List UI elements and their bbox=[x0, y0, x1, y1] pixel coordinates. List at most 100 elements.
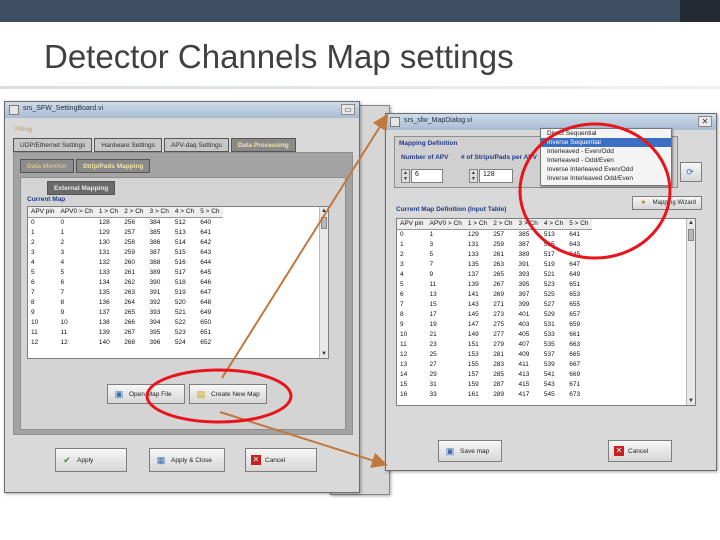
current-map-table-row[interactable]: 2 2 130 258 386 514 642 bbox=[28, 237, 223, 247]
map-definition-table-cell[interactable]: 657 bbox=[566, 309, 591, 319]
map-definition-table-cell[interactable]: 401 bbox=[516, 309, 541, 319]
map-definition-table-cell[interactable]: 8 bbox=[397, 309, 427, 319]
map-definition-table-cell[interactable]: 535 bbox=[541, 339, 566, 349]
map-definition-table-cell[interactable]: 13 bbox=[397, 359, 427, 369]
current-map-table-cell[interactable]: 263 bbox=[121, 287, 146, 297]
current-map-table-cell[interactable]: 7 bbox=[28, 287, 58, 297]
current-map-table-row[interactable]: 7 7 135 263 391 519 647 bbox=[28, 287, 223, 297]
tab-apv-daq[interactable]: APV-daq Settings bbox=[163, 138, 229, 152]
current-map-table-cell[interactable]: 393 bbox=[147, 307, 172, 317]
tab-udp-ethernet[interactable]: UDP/Ethernet Settings bbox=[13, 138, 93, 152]
map-definition-table-cell[interactable]: 267 bbox=[490, 279, 515, 289]
map-definition-table-cell[interactable]: 409 bbox=[516, 349, 541, 359]
map-definition-table-cell[interactable]: 275 bbox=[490, 319, 515, 329]
mapping-type-option[interactable]: Interleaved - Odd/Even bbox=[541, 156, 671, 165]
map-definition-table-cell[interactable]: 261 bbox=[490, 249, 515, 259]
mapping-type-dropdown[interactable]: Direct Sequential Inverse Sequential Inter… bbox=[540, 128, 672, 186]
map-definition-table-row[interactable]: 0 1 129 257 385 513 641 bbox=[397, 229, 592, 239]
map-definition-table-cell[interactable]: 153 bbox=[465, 349, 490, 359]
current-map-table-cell[interactable]: 129 bbox=[96, 227, 121, 237]
map-definition-table-cell[interactable]: 525 bbox=[541, 289, 566, 299]
map-definition-table-cell[interactable]: 21 bbox=[427, 329, 465, 339]
map-definition-table-cell[interactable]: 33 bbox=[427, 389, 465, 399]
map-definition-table-row[interactable]: 15 31 159 287 415 543 671 bbox=[397, 379, 592, 389]
map-definition-table-cell[interactable]: 9 bbox=[427, 269, 465, 279]
map-definition-table-cell[interactable]: 269 bbox=[490, 289, 515, 299]
current-map-table-cell[interactable]: 3 bbox=[28, 247, 58, 257]
current-map-table-cell[interactable]: 524 bbox=[172, 337, 197, 347]
map-definition-table-cell[interactable]: 667 bbox=[566, 359, 591, 369]
map-definition-table-cell[interactable]: 9 bbox=[397, 319, 427, 329]
current-map-table-cell[interactable]: 649 bbox=[197, 307, 222, 317]
current-map-table-cell[interactable]: 385 bbox=[147, 227, 172, 237]
map-definition-table-row[interactable]: 10 21 149 277 405 533 661 bbox=[397, 329, 592, 339]
map-definition-table-cell[interactable]: 5 bbox=[397, 279, 427, 289]
current-map-table-cell[interactable]: 9 bbox=[28, 307, 58, 317]
map-definition-table-cell[interactable]: 265 bbox=[490, 269, 515, 279]
map-definition-table-cell[interactable]: 11 bbox=[427, 279, 465, 289]
map-definition-table-cell[interactable]: 6 bbox=[397, 289, 427, 299]
current-map-table-cell[interactable]: 651 bbox=[197, 327, 222, 337]
current-map-table-cell[interactable]: 513 bbox=[172, 227, 197, 237]
map-definition-table-row[interactable]: 4 9 137 265 393 521 649 bbox=[397, 269, 592, 279]
map-definition-table-cell[interactable]: 417 bbox=[516, 389, 541, 399]
map-definition-table-cell[interactable]: 7 bbox=[427, 259, 465, 269]
map-definition-table-cell[interactable]: 671 bbox=[566, 379, 591, 389]
map-definition-table-cell[interactable]: 515 bbox=[541, 239, 566, 249]
save-map-button[interactable]: ▣ Save map bbox=[438, 440, 502, 462]
current-map-table-cell[interactable]: 641 bbox=[197, 227, 222, 237]
current-map-table-cell[interactable]: 516 bbox=[172, 257, 197, 267]
mapping-type-option[interactable]: Inverse Interleaved Even/Odd bbox=[541, 165, 671, 174]
map-definition-table-cell[interactable]: 10 bbox=[397, 329, 427, 339]
current-map-table-cell[interactable]: 4 bbox=[58, 257, 96, 267]
map-definition-table-cell[interactable]: 285 bbox=[490, 369, 515, 379]
map-definition-table-cell[interactable]: 0 bbox=[397, 229, 427, 239]
current-map-table-row[interactable]: 12 12 140 268 396 524 652 bbox=[28, 337, 223, 347]
map-definition-table-cell[interactable]: 137 bbox=[465, 269, 490, 279]
map-definition-table-cell[interactable]: 663 bbox=[566, 339, 591, 349]
map-definition-table-row[interactable]: 7 15 143 271 399 527 655 bbox=[397, 299, 592, 309]
map-definition-table-cell[interactable]: 151 bbox=[465, 339, 490, 349]
map-definition-table-cell[interactable]: 659 bbox=[566, 319, 591, 329]
map-definition-table-cell[interactable]: 545 bbox=[541, 389, 566, 399]
current-map-table-cell[interactable]: 12 bbox=[28, 337, 58, 347]
current-map-table-cell[interactable]: 394 bbox=[147, 317, 172, 327]
map-definition-table-cell[interactable]: 145 bbox=[465, 309, 490, 319]
map-definition-table-cell[interactable]: 3 bbox=[397, 259, 427, 269]
map-definition-table-cell[interactable]: 653 bbox=[566, 289, 591, 299]
current-map-table-cell[interactable]: 12 bbox=[58, 337, 96, 347]
map-definition-table-cell[interactable]: 393 bbox=[516, 269, 541, 279]
tab-hardware[interactable]: Hardware Settings bbox=[94, 138, 162, 152]
current-map-table-cell[interactable]: 648 bbox=[197, 297, 222, 307]
map-definition-table-cell[interactable]: 15 bbox=[397, 379, 427, 389]
map-definition-table-row[interactable]: 11 23 151 279 407 535 663 bbox=[397, 339, 592, 349]
map-definition-table-cell[interactable]: 1 bbox=[427, 229, 465, 239]
current-map-table-cell[interactable]: 258 bbox=[121, 237, 146, 247]
map-definition-table-cell[interactable]: 645 bbox=[566, 249, 591, 259]
map-definition-table-cell[interactable]: 517 bbox=[541, 249, 566, 259]
mapping-type-option[interactable]: Direct Sequential bbox=[541, 129, 671, 138]
current-map-table-cell[interactable]: 643 bbox=[197, 247, 222, 257]
map-definition-table-cell[interactable]: 279 bbox=[490, 339, 515, 349]
current-map-table-cell[interactable]: 390 bbox=[147, 277, 172, 287]
current-map-table-cell[interactable]: 139 bbox=[96, 327, 121, 337]
map-definition-table-cell[interactable]: 673 bbox=[566, 389, 591, 399]
tab-data-processing[interactable]: Data Processing bbox=[230, 138, 296, 152]
current-map-table-cell[interactable]: 257 bbox=[121, 227, 146, 237]
map-definition-table-cell[interactable]: 523 bbox=[541, 279, 566, 289]
current-map-table-cell[interactable]: 395 bbox=[147, 327, 172, 337]
map-definition-table-cell[interactable]: 23 bbox=[427, 339, 465, 349]
map-definition-table-row[interactable]: 1 3 131 259 387 515 643 bbox=[397, 239, 592, 249]
current-map-table-cell[interactable]: 4 bbox=[28, 257, 58, 267]
map-definition-table-cell[interactable]: 391 bbox=[516, 259, 541, 269]
map-definition-table-cell[interactable]: 133 bbox=[465, 249, 490, 259]
map-definition-table-cell[interactable]: 411 bbox=[516, 359, 541, 369]
current-map-table-cell[interactable]: 11 bbox=[58, 327, 96, 337]
map-definition-table-cell[interactable]: 15 bbox=[427, 299, 465, 309]
current-map-table-cell[interactable]: 131 bbox=[96, 247, 121, 257]
strips-spinner[interactable]: ▲ ▼ bbox=[469, 169, 478, 183]
map-definition-table-cell[interactable]: 513 bbox=[541, 229, 566, 239]
map-definition-table-cell[interactable]: 647 bbox=[566, 259, 591, 269]
map-definition-table-cell[interactable]: 519 bbox=[541, 259, 566, 269]
num-apv-input[interactable]: 6 bbox=[411, 169, 443, 183]
